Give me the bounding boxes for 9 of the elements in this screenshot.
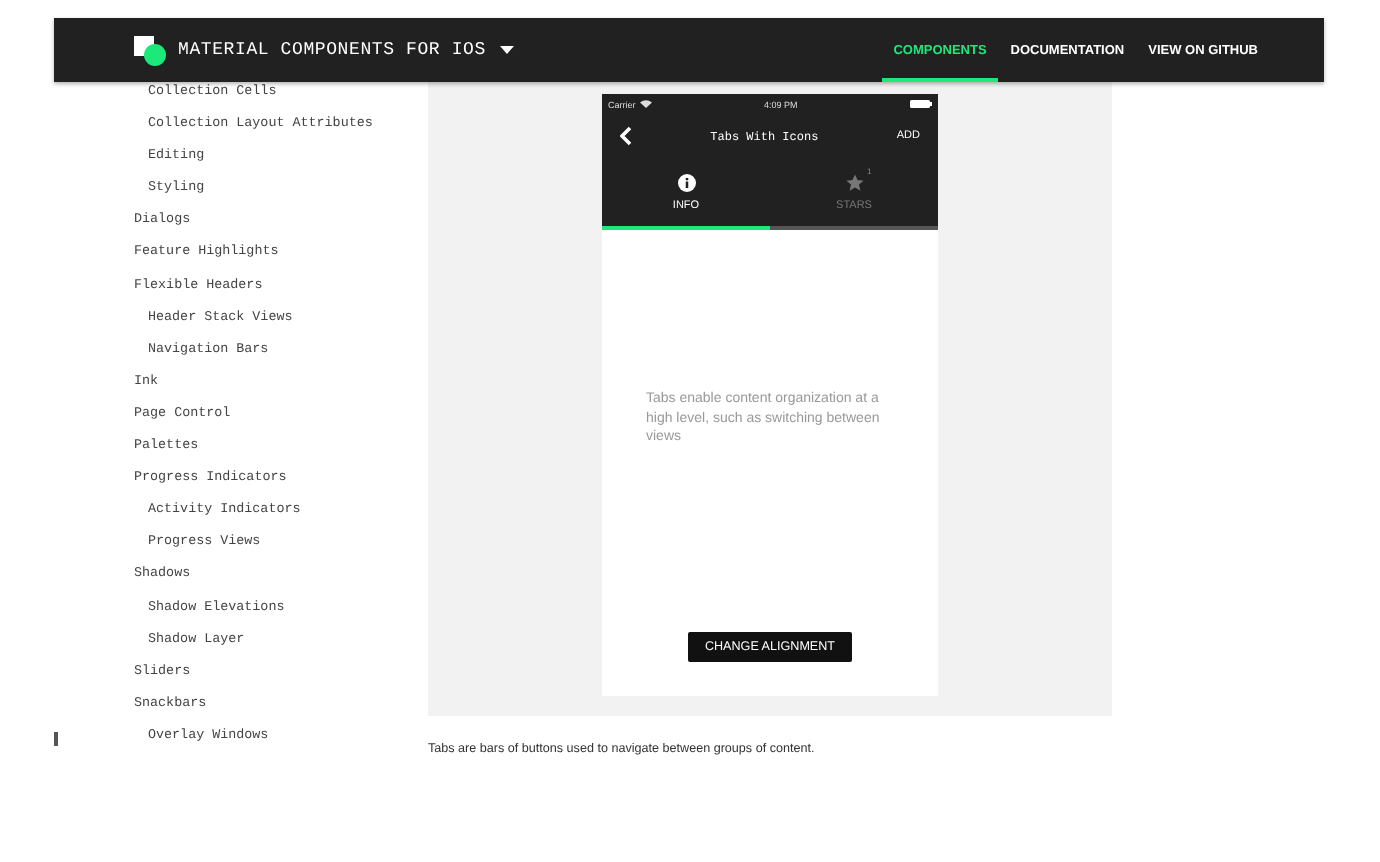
wifi-icon — [639, 100, 652, 108]
site-title[interactable]: MATERIAL COMPONENTS FOR IOS — [178, 40, 486, 60]
logo-icon[interactable] — [134, 35, 166, 65]
text-cursor — [54, 732, 57, 746]
caret-icon[interactable] — [499, 46, 514, 54]
back-chevron-icon[interactable] — [620, 126, 632, 146]
info-icon — [677, 173, 695, 191]
battery-icon — [910, 100, 932, 108]
star-icon — [845, 173, 863, 191]
